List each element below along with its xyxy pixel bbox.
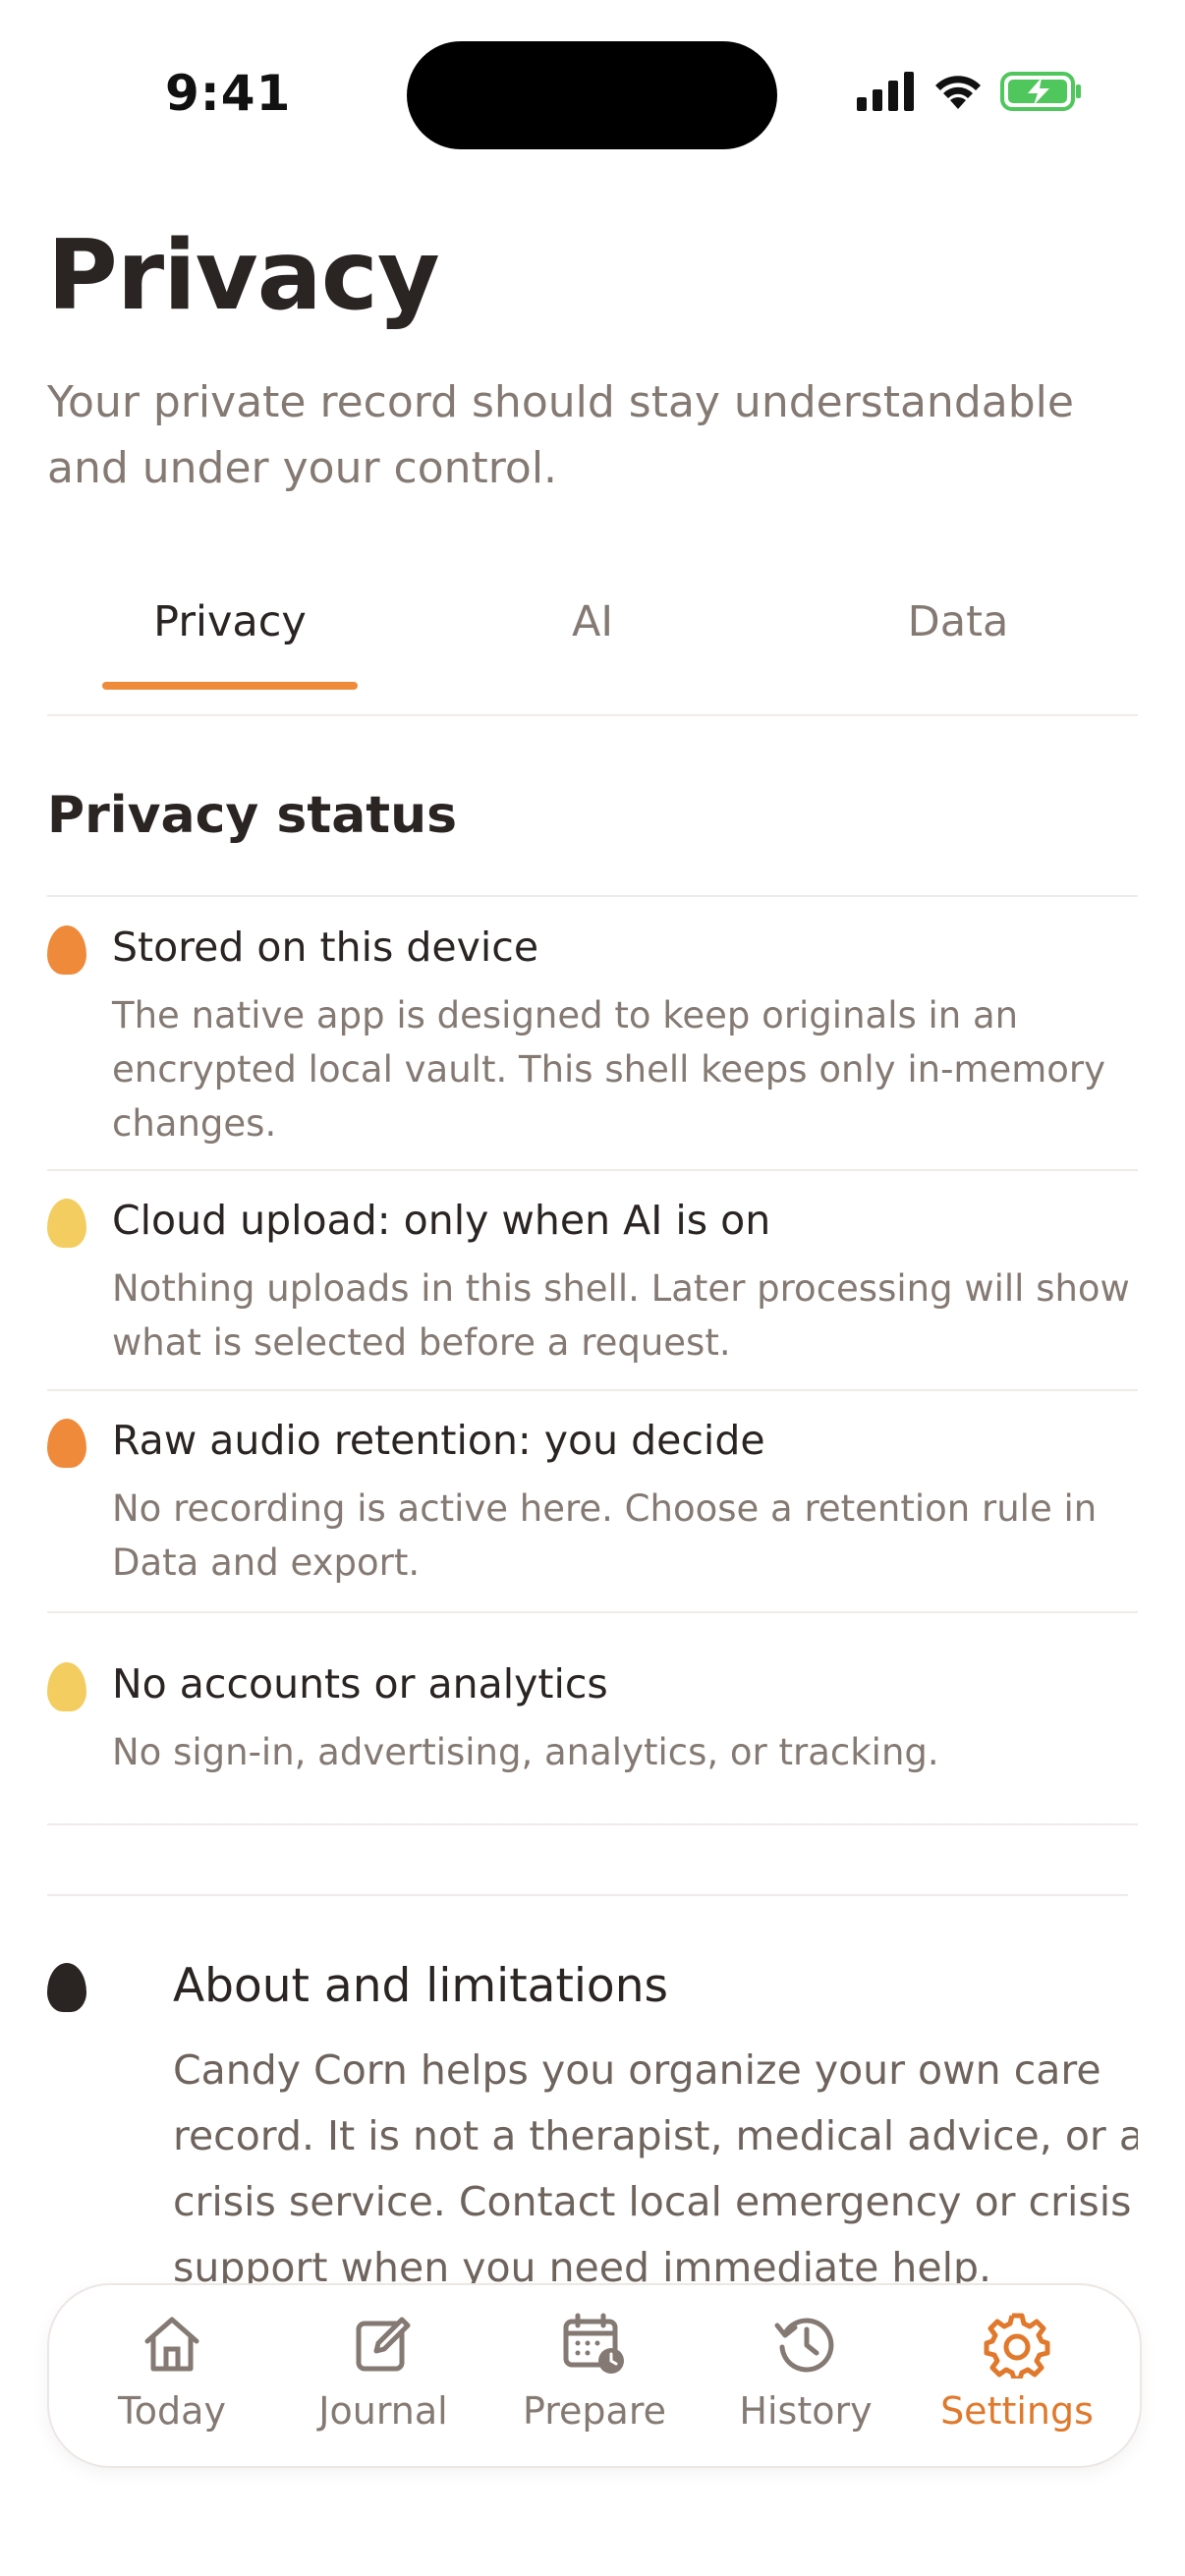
- active-tab-indicator: [102, 682, 358, 690]
- tab-ai[interactable]: AI: [465, 597, 720, 646]
- nav-history[interactable]: History: [717, 2309, 894, 2433]
- status-item-title: Stored on this device: [112, 924, 539, 971]
- edit-icon: [295, 2309, 472, 2380]
- divider: [47, 1389, 1138, 1391]
- privacy-screen: 9:41 Privacy Your private record should …: [0, 0, 1185, 2576]
- tab-privacy[interactable]: Privacy: [102, 597, 358, 646]
- divider: [47, 1169, 1138, 1171]
- calendar-clock-icon: [506, 2309, 683, 2380]
- status-item-title: Raw audio retention: you decide: [112, 1417, 765, 1464]
- divider: [47, 895, 1138, 897]
- nav-today[interactable]: Today: [84, 2309, 260, 2433]
- status-item-title: No accounts or analytics: [112, 1660, 608, 1708]
- home-icon: [84, 2309, 260, 2380]
- privacy-status-heading: Privacy status: [47, 786, 458, 845]
- status-item-description: Nothing uploads in this shell. Later pro…: [112, 1267, 1130, 1364]
- about-section: About and limitations Candy Corn helps y…: [47, 1959, 1138, 2283]
- orange-status-dot: [47, 1419, 86, 1468]
- status-item-title: Cloud upload: only when AI is on: [112, 1197, 771, 1244]
- status-item-description: No recording is active here. Choose a re…: [112, 1487, 1098, 1584]
- signal-icon: [857, 72, 914, 111]
- orange-status-dot: [47, 925, 86, 975]
- battery-charging-icon: [1000, 72, 1081, 111]
- divider: [47, 1894, 1128, 1896]
- wifi-icon: [935, 76, 981, 109]
- status-item-description: No sign-in, advertising, analytics, or t…: [112, 1731, 939, 1773]
- page-subtitle: Your private record should stay understa…: [47, 377, 1074, 493]
- nav-label: Journal: [318, 2389, 448, 2433]
- status-item-description: The native app is designed to keep origi…: [112, 994, 1106, 1145]
- dynamic-island: [407, 41, 777, 149]
- tab-data[interactable]: Data: [830, 597, 1086, 646]
- history-icon: [717, 2309, 894, 2380]
- nav-settings[interactable]: Settings: [929, 2309, 1105, 2433]
- yellow-status-dot: [47, 1199, 86, 1248]
- about-heading: About and limitations: [173, 1959, 668, 2013]
- about-text: Candy Corn helps you organize your own c…: [173, 2046, 1138, 2283]
- bottom-tab-bar: Today Journal Prepare History Settings: [47, 2283, 1142, 2468]
- nav-label: Settings: [940, 2389, 1094, 2433]
- nav-label: History: [739, 2389, 873, 2433]
- divider: [47, 1611, 1138, 1613]
- nav-prepare[interactable]: Prepare: [506, 2309, 683, 2433]
- nav-label: Prepare: [523, 2389, 666, 2433]
- tab-bar: Privacy AI Data: [47, 572, 1138, 716]
- page-title: Privacy: [47, 220, 440, 332]
- gear-icon: [929, 2309, 1105, 2380]
- dark-status-dot: [47, 1963, 86, 2012]
- status-time: 9:41: [165, 65, 292, 122]
- nav-journal[interactable]: Journal: [295, 2309, 472, 2433]
- divider: [47, 1823, 1138, 1825]
- yellow-status-dot: [47, 1662, 86, 1711]
- status-icons: [857, 71, 1083, 112]
- nav-label: Today: [118, 2389, 226, 2433]
